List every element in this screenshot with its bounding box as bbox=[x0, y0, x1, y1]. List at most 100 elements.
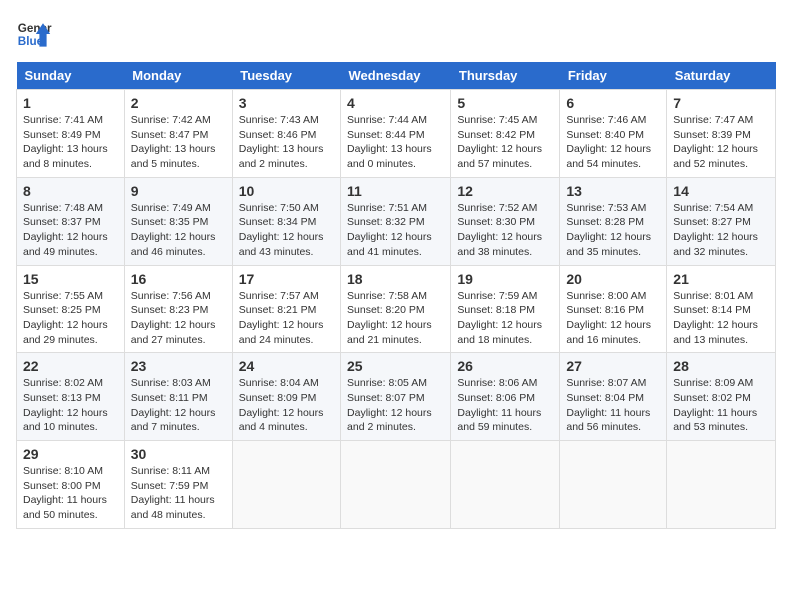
calendar-cell: 13 Sunrise: 7:53 AMSunset: 8:28 PMDayligh… bbox=[560, 177, 667, 265]
day-number: 30 bbox=[131, 446, 226, 462]
day-info: Sunrise: 7:51 AMSunset: 8:32 PMDaylight:… bbox=[347, 201, 444, 260]
day-number: 21 bbox=[673, 271, 769, 287]
calendar-cell: 7 Sunrise: 7:47 AMSunset: 8:39 PMDaylight… bbox=[667, 90, 776, 178]
day-info: Sunrise: 7:45 AMSunset: 8:42 PMDaylight:… bbox=[457, 113, 553, 172]
calendar-cell: 9 Sunrise: 7:49 AMSunset: 8:35 PMDaylight… bbox=[124, 177, 232, 265]
day-header-sunday: Sunday bbox=[17, 62, 125, 90]
calendar-cell: 16 Sunrise: 7:56 AMSunset: 8:23 PMDayligh… bbox=[124, 265, 232, 353]
calendar-cell: 14Sunrise: 7:54 AMSunset: 8:27 PMDayligh… bbox=[667, 177, 776, 265]
day-info: Sunrise: 8:03 AMSunset: 8:11 PMDaylight:… bbox=[131, 376, 226, 435]
calendar-cell: 5 Sunrise: 7:45 AMSunset: 8:42 PMDaylight… bbox=[451, 90, 560, 178]
day-number: 16 bbox=[131, 271, 226, 287]
day-number: 26 bbox=[457, 358, 553, 374]
day-info: Sunrise: 7:57 AMSunset: 8:21 PMDaylight:… bbox=[239, 289, 334, 348]
day-info: Sunrise: 7:42 AMSunset: 8:47 PMDaylight:… bbox=[131, 113, 226, 172]
day-number: 29 bbox=[23, 446, 118, 462]
calendar-cell: 8Sunrise: 7:48 AMSunset: 8:37 PMDaylight… bbox=[17, 177, 125, 265]
calendar-cell: 21 Sunrise: 8:01 AMSunset: 8:14 PMDayligh… bbox=[667, 265, 776, 353]
day-info: Sunrise: 7:41 AMSunset: 8:49 PMDaylight:… bbox=[23, 113, 118, 172]
day-info: Sunrise: 8:07 AMSunset: 8:04 PMDaylight:… bbox=[566, 376, 660, 435]
day-info: Sunrise: 8:11 AMSunset: 7:59 PMDaylight:… bbox=[131, 464, 226, 523]
day-number: 10 bbox=[239, 183, 334, 199]
calendar-cell: 30 Sunrise: 8:11 AMSunset: 7:59 PMDayligh… bbox=[124, 441, 232, 529]
day-info: Sunrise: 8:00 AMSunset: 8:16 PMDaylight:… bbox=[566, 289, 660, 348]
day-info: Sunrise: 7:43 AMSunset: 8:46 PMDaylight:… bbox=[239, 113, 334, 172]
calendar-cell bbox=[341, 441, 451, 529]
calendar-cell: 18 Sunrise: 7:58 AMSunset: 8:20 PMDayligh… bbox=[341, 265, 451, 353]
day-number: 5 bbox=[457, 95, 553, 111]
day-info: Sunrise: 8:01 AMSunset: 8:14 PMDaylight:… bbox=[673, 289, 769, 348]
day-number: 3 bbox=[239, 95, 334, 111]
day-number: 12 bbox=[457, 183, 553, 199]
day-info: Sunrise: 7:46 AMSunset: 8:40 PMDaylight:… bbox=[566, 113, 660, 172]
calendar-cell: 15 Sunrise: 7:55 AMSunset: 8:25 PMDayligh… bbox=[17, 265, 125, 353]
day-header-friday: Friday bbox=[560, 62, 667, 90]
day-info: Sunrise: 8:09 AMSunset: 8:02 PMDaylight:… bbox=[673, 376, 769, 435]
calendar-cell: 24 Sunrise: 8:04 AMSunset: 8:09 PMDayligh… bbox=[232, 353, 340, 441]
day-number: 28 bbox=[673, 358, 769, 374]
calendar-cell: 29 Sunrise: 8:10 AMSunset: 8:00 PMDayligh… bbox=[17, 441, 125, 529]
day-info: Sunrise: 7:50 AMSunset: 8:34 PMDaylight:… bbox=[239, 201, 334, 260]
calendar-cell: 28 Sunrise: 8:09 AMSunset: 8:02 PMDayligh… bbox=[667, 353, 776, 441]
day-number: 4 bbox=[347, 95, 444, 111]
day-number: 9 bbox=[131, 183, 226, 199]
day-header-monday: Monday bbox=[124, 62, 232, 90]
day-header-saturday: Saturday bbox=[667, 62, 776, 90]
day-header-wednesday: Wednesday bbox=[341, 62, 451, 90]
day-info: Sunrise: 7:44 AMSunset: 8:44 PMDaylight:… bbox=[347, 113, 444, 172]
day-info: Sunrise: 7:55 AMSunset: 8:25 PMDaylight:… bbox=[23, 289, 118, 348]
calendar-cell: 10 Sunrise: 7:50 AMSunset: 8:34 PMDayligh… bbox=[232, 177, 340, 265]
calendar-header-row: SundayMondayTuesdayWednesdayThursdayFrid… bbox=[17, 62, 776, 90]
calendar-cell: 4 Sunrise: 7:44 AMSunset: 8:44 PMDaylight… bbox=[341, 90, 451, 178]
day-info: Sunrise: 8:02 AMSunset: 8:13 PMDaylight:… bbox=[23, 376, 118, 435]
day-number: 15 bbox=[23, 271, 118, 287]
calendar-cell bbox=[232, 441, 340, 529]
day-number: 19 bbox=[457, 271, 553, 287]
day-info: Sunrise: 7:47 AMSunset: 8:39 PMDaylight:… bbox=[673, 113, 769, 172]
calendar-cell: 23 Sunrise: 8:03 AMSunset: 8:11 PMDayligh… bbox=[124, 353, 232, 441]
calendar-cell bbox=[451, 441, 560, 529]
day-info: Sunrise: 7:59 AMSunset: 8:18 PMDaylight:… bbox=[457, 289, 553, 348]
day-number: 27 bbox=[566, 358, 660, 374]
calendar-cell bbox=[560, 441, 667, 529]
calendar-week-row: 8Sunrise: 7:48 AMSunset: 8:37 PMDaylight… bbox=[17, 177, 776, 265]
day-number: 2 bbox=[131, 95, 226, 111]
calendar-cell: 22 Sunrise: 8:02 AMSunset: 8:13 PMDayligh… bbox=[17, 353, 125, 441]
calendar-cell: 19 Sunrise: 7:59 AMSunset: 8:18 PMDayligh… bbox=[451, 265, 560, 353]
day-info: Sunrise: 7:58 AMSunset: 8:20 PMDaylight:… bbox=[347, 289, 444, 348]
day-number: 22 bbox=[23, 358, 118, 374]
day-header-tuesday: Tuesday bbox=[232, 62, 340, 90]
day-info: Sunrise: 7:54 AMSunset: 8:27 PMDaylight:… bbox=[673, 201, 769, 260]
header: General Blue bbox=[16, 16, 776, 52]
calendar-cell: 11 Sunrise: 7:51 AMSunset: 8:32 PMDayligh… bbox=[341, 177, 451, 265]
logo: General Blue bbox=[16, 16, 52, 52]
day-header-thursday: Thursday bbox=[451, 62, 560, 90]
day-info: Sunrise: 8:04 AMSunset: 8:09 PMDaylight:… bbox=[239, 376, 334, 435]
day-info: Sunrise: 8:10 AMSunset: 8:00 PMDaylight:… bbox=[23, 464, 118, 523]
calendar-cell: 17Sunrise: 7:57 AMSunset: 8:21 PMDayligh… bbox=[232, 265, 340, 353]
calendar-cell: 25Sunrise: 8:05 AMSunset: 8:07 PMDayligh… bbox=[341, 353, 451, 441]
day-number: 24 bbox=[239, 358, 334, 374]
calendar-cell: 2 Sunrise: 7:42 AMSunset: 8:47 PMDaylight… bbox=[124, 90, 232, 178]
day-number: 23 bbox=[131, 358, 226, 374]
day-info: Sunrise: 7:49 AMSunset: 8:35 PMDaylight:… bbox=[131, 201, 226, 260]
day-number: 18 bbox=[347, 271, 444, 287]
calendar-week-row: 15 Sunrise: 7:55 AMSunset: 8:25 PMDayligh… bbox=[17, 265, 776, 353]
calendar-week-row: 22 Sunrise: 8:02 AMSunset: 8:13 PMDayligh… bbox=[17, 353, 776, 441]
day-number: 25 bbox=[347, 358, 444, 374]
day-info: Sunrise: 7:52 AMSunset: 8:30 PMDaylight:… bbox=[457, 201, 553, 260]
day-number: 6 bbox=[566, 95, 660, 111]
calendar-cell: 6 Sunrise: 7:46 AMSunset: 8:40 PMDaylight… bbox=[560, 90, 667, 178]
calendar-cell: 3 Sunrise: 7:43 AMSunset: 8:46 PMDaylight… bbox=[232, 90, 340, 178]
day-info: Sunrise: 7:56 AMSunset: 8:23 PMDaylight:… bbox=[131, 289, 226, 348]
day-number: 7 bbox=[673, 95, 769, 111]
day-number: 11 bbox=[347, 183, 444, 199]
day-info: Sunrise: 7:53 AMSunset: 8:28 PMDaylight:… bbox=[566, 201, 660, 260]
calendar-table: SundayMondayTuesdayWednesdayThursdayFrid… bbox=[16, 62, 776, 529]
day-number: 13 bbox=[566, 183, 660, 199]
calendar-cell: 12 Sunrise: 7:52 AMSunset: 8:30 PMDayligh… bbox=[451, 177, 560, 265]
calendar-cell: 27 Sunrise: 8:07 AMSunset: 8:04 PMDayligh… bbox=[560, 353, 667, 441]
calendar-cell: 1Sunrise: 7:41 AMSunset: 8:49 PMDaylight… bbox=[17, 90, 125, 178]
calendar-cell: 20 Sunrise: 8:00 AMSunset: 8:16 PMDayligh… bbox=[560, 265, 667, 353]
day-number: 20 bbox=[566, 271, 660, 287]
